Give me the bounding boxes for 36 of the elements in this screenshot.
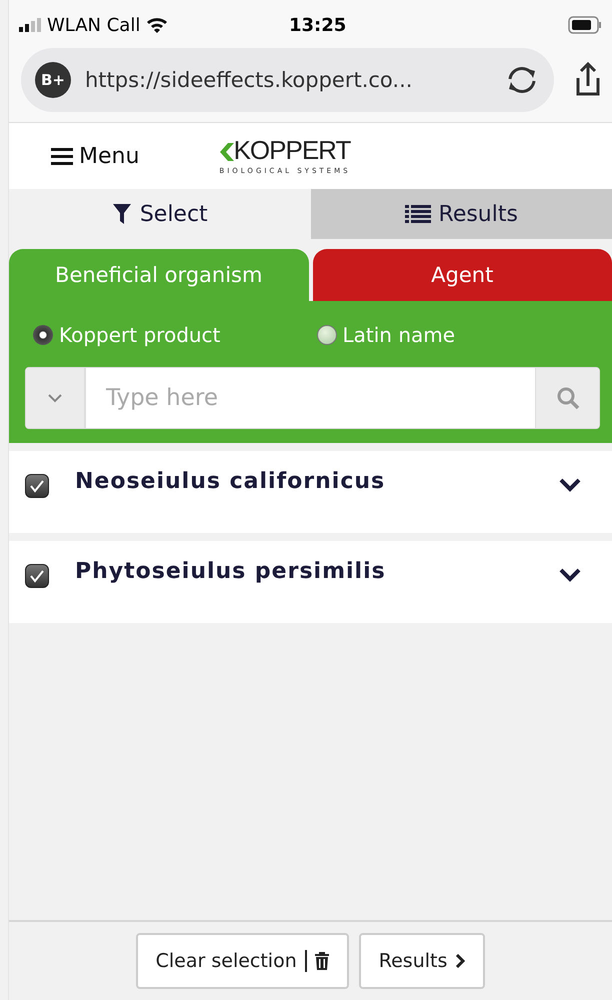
menu-button[interactable]: Menu bbox=[51, 144, 140, 168]
radio-label: Latin name bbox=[342, 323, 456, 347]
check-icon bbox=[29, 479, 45, 493]
check-icon bbox=[29, 569, 45, 583]
view-tab[interactable]: Results bbox=[310, 189, 612, 239]
organism-name: Neoseiulus californicus bbox=[75, 469, 386, 494]
results-button[interactable]: Results bbox=[358, 933, 486, 989]
search-icon bbox=[556, 386, 580, 410]
checkbox[interactable] bbox=[25, 564, 49, 588]
chevron-right-icon bbox=[455, 954, 466, 968]
radio-label: Koppert product bbox=[59, 323, 220, 347]
search-bar[interactable]: Type here bbox=[25, 367, 600, 429]
address-bar[interactable]: B+ https://sideeffects.koppert.co... bbox=[21, 48, 554, 112]
wifi-icon bbox=[146, 17, 168, 33]
clock-time: 13:25 bbox=[289, 14, 346, 36]
filter-icon bbox=[112, 203, 132, 225]
carrier-name: WLAN Call bbox=[47, 14, 140, 36]
chevron-down-icon[interactable] bbox=[558, 477, 582, 493]
organism-name: Phytoseiulus persimilis bbox=[75, 559, 387, 584]
radio-button[interactable] bbox=[316, 325, 336, 345]
menu-icon bbox=[51, 147, 73, 165]
list-icon bbox=[404, 204, 431, 224]
checkbox[interactable] bbox=[25, 474, 49, 498]
signal-icon bbox=[19, 18, 41, 32]
battery-icon bbox=[568, 16, 602, 34]
url-text: https://sideeffects.koppert.co... bbox=[85, 68, 414, 92]
clear-selection-button[interactable]: Clear selection bbox=[136, 933, 349, 989]
site-badge: B+ bbox=[35, 62, 71, 98]
share-icon[interactable] bbox=[574, 62, 602, 98]
radio-button[interactable] bbox=[33, 325, 53, 345]
chevron-down-icon bbox=[48, 394, 62, 402]
chevron-down-icon[interactable] bbox=[558, 567, 582, 583]
trash-icon bbox=[314, 952, 329, 970]
chevron-logo-icon bbox=[220, 141, 234, 163]
category-tab[interactable]: Agent bbox=[312, 249, 612, 301]
logo-wordmark: KOPPERT bbox=[234, 137, 350, 163]
